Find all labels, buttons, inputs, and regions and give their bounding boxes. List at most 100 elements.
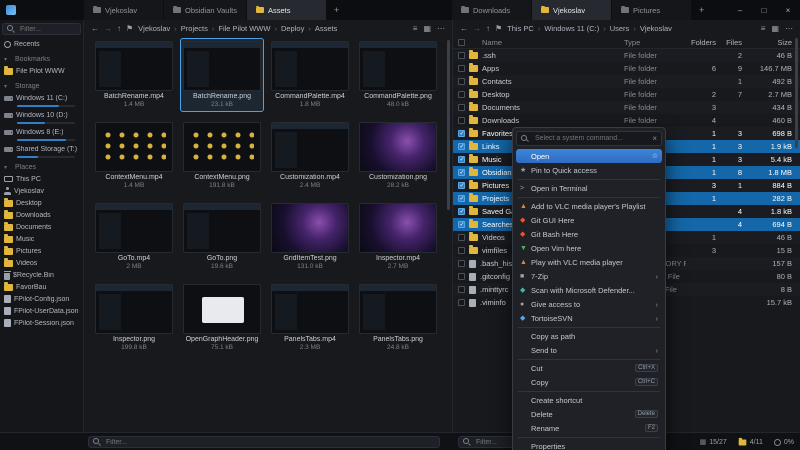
context-menu-item[interactable]: ▲ Add to VLC media player's Playlist [516,199,662,213]
sidebar-item[interactable]: Windows 8 (E:) [2,126,81,141]
row-checkbox[interactable] [458,234,465,241]
sidebar-item[interactable]: Shared Storage (T:) [2,143,81,158]
row-checkbox[interactable] [458,52,465,59]
file-grid-item[interactable]: Customization.mp4 2.4 MB [268,119,352,193]
tab[interactable]: Pictures [612,0,692,20]
sidebar-item[interactable]: Pictures [2,245,81,257]
file-grid-item[interactable]: CommandPalette.png 48.0 kB [356,38,440,112]
row-checkbox[interactable] [458,260,465,267]
file-grid-item[interactable]: OpenGraphHeader.png 75.1 kB [180,281,264,355]
column-header-type[interactable]: Type [624,38,686,47]
grid-view-icon[interactable]: ▦ [423,24,431,33]
context-menu-item[interactable]: Rename F2 [516,421,662,435]
context-menu-item[interactable]: Send to › [516,343,662,357]
context-menu-item[interactable]: ★ Pin to Quick access [516,163,662,177]
sidebar-item[interactable]: $Recycle.Bin [2,269,81,281]
row-checkbox[interactable] [458,78,465,85]
column-header-files[interactable]: Files [720,38,742,47]
file-grid-item[interactable]: ContextMenu.mp4 1.4 MB [92,119,176,193]
sidebar-item[interactable]: Vjekoslav [2,185,81,197]
close-icon[interactable]: × [652,134,657,143]
file-grid-item[interactable]: BatchRename.mp4 1.4 MB [92,38,176,112]
sidebar-item[interactable]: Music [2,233,81,245]
list-view-icon[interactable]: ≡ [761,24,766,33]
bookmark-icon[interactable]: ⚑ [126,24,133,33]
left-filter-input[interactable] [104,438,435,447]
up-icon[interactable]: ↑ [486,24,490,33]
context-menu-item[interactable]: ● Give access to › [516,297,662,311]
back-icon[interactable]: ← [460,24,468,33]
sidebar-item[interactable]: Videos [2,257,81,269]
sidebar-item[interactable]: This PC [2,173,81,185]
right-pane-scrollbar[interactable] [795,38,798,148]
file-grid-item[interactable]: PanelsTabs.mp4 2.3 MB [268,281,352,355]
tab[interactable]: Obsidian Vaults [164,0,247,20]
breadcrumb-item[interactable]: Projects [170,24,208,33]
minimize-button[interactable]: – [728,0,752,20]
context-menu-item[interactable]: ▼ Open Vim here [516,241,662,255]
row-checkbox[interactable] [458,169,465,176]
row-checkbox[interactable] [458,299,465,306]
sidebar-item[interactable]: Documents [2,221,81,233]
context-menu-item[interactable]: Copy as path [516,329,662,343]
file-grid-item[interactable]: BatchRename.png 23.1 kB [180,38,264,112]
breadcrumb-item[interactable]: Deploy [270,24,304,33]
sidebar-item[interactable]: FavorBau [2,281,81,293]
file-grid-item[interactable]: PanelsTabs.png 24.8 kB [356,281,440,355]
row-checkbox[interactable] [458,221,465,228]
sidebar-item[interactable]: Places [2,161,81,173]
more-options-icon[interactable]: ⋯ [437,24,445,33]
sidebar-item[interactable]: File Pilot WWW [2,65,81,77]
column-header-name[interactable]: Name [482,38,620,47]
row-checkbox[interactable] [458,208,465,215]
context-menu-item[interactable]: Cut Ctrl+X [516,361,662,375]
row-checkbox[interactable] [458,91,465,98]
sidebar-filter-input[interactable] [18,25,76,34]
back-icon[interactable]: ← [91,24,99,33]
row-checkbox[interactable] [458,273,465,280]
breadcrumb-item[interactable]: Vjekoslav [629,24,672,33]
new-tab-button[interactable]: + [327,5,346,15]
sidebar-item[interactable]: Bookmarks [2,53,81,65]
breadcrumb-item[interactable]: Vjekoslav [138,24,170,33]
sidebar-item[interactable]: Storage [2,80,81,92]
context-menu-item[interactable]: ◆ Scan with Microsoft Defender... [516,283,662,297]
left-pane-scrollbar[interactable] [447,40,450,210]
sidebar-item[interactable]: Recents [2,38,81,50]
sidebar-item[interactable]: Desktop [2,197,81,209]
list-view-icon[interactable]: ≡ [413,24,418,33]
file-grid-item[interactable]: CommandPalette.mp4 1.8 MB [268,38,352,112]
maximize-button[interactable]: □ [752,0,776,20]
sidebar-item[interactable]: Windows 11 (C:) [2,92,81,107]
context-menu-item[interactable]: Create shortcut [516,393,662,407]
file-grid-item[interactable]: ContextMenu.png 191.8 kB [180,119,264,193]
context-menu-item[interactable]: ◆ Git GUI Here [516,213,662,227]
table-row[interactable]: Desktop File folder 2 7 2.7 MB [453,88,800,101]
pin-star-icon[interactable]: ☆ [652,152,658,160]
file-grid-item[interactable]: Inspector.mp4 2.7 MB [356,200,440,274]
context-menu-item[interactable]: Copy Ctrl+C [516,375,662,389]
sidebar-item[interactable]: FPilot-Session.json [2,317,81,329]
breadcrumb-item[interactable]: File Pilot WWW [208,24,271,33]
forward-icon[interactable]: → [473,24,481,33]
command-search-input[interactable] [533,134,648,143]
bookmark-icon[interactable]: ⚑ [495,24,502,33]
breadcrumb-item[interactable]: Users [599,24,629,33]
column-header-folders[interactable]: Folders [690,38,716,47]
context-menu-item[interactable]: ■ 7-Zip › [516,269,662,283]
breadcrumb-item[interactable]: This PC [507,24,534,33]
row-checkbox[interactable] [458,156,465,163]
sidebar-item[interactable]: FPilot-Config.json [2,293,81,305]
context-menu-item[interactable]: Properties [516,439,662,450]
context-menu-item[interactable]: Open ☆ [516,149,662,163]
sidebar-item[interactable]: FPilot-UserData.json [2,305,81,317]
table-row[interactable]: Apps File folder 6 9 146.7 MB [453,62,800,75]
row-checkbox[interactable] [458,143,465,150]
column-header-size[interactable]: Size [746,38,792,47]
new-tab-button[interactable]: + [692,5,711,15]
table-row[interactable]: Contacts File folder 1 492 B [453,75,800,88]
tab[interactable]: Assets [247,0,327,20]
more-options-icon[interactable]: ⋯ [785,24,793,33]
context-menu-item[interactable]: ▲ Play with VLC media player [516,255,662,269]
context-menu-item[interactable]: ◆ Git Bash Here [516,227,662,241]
